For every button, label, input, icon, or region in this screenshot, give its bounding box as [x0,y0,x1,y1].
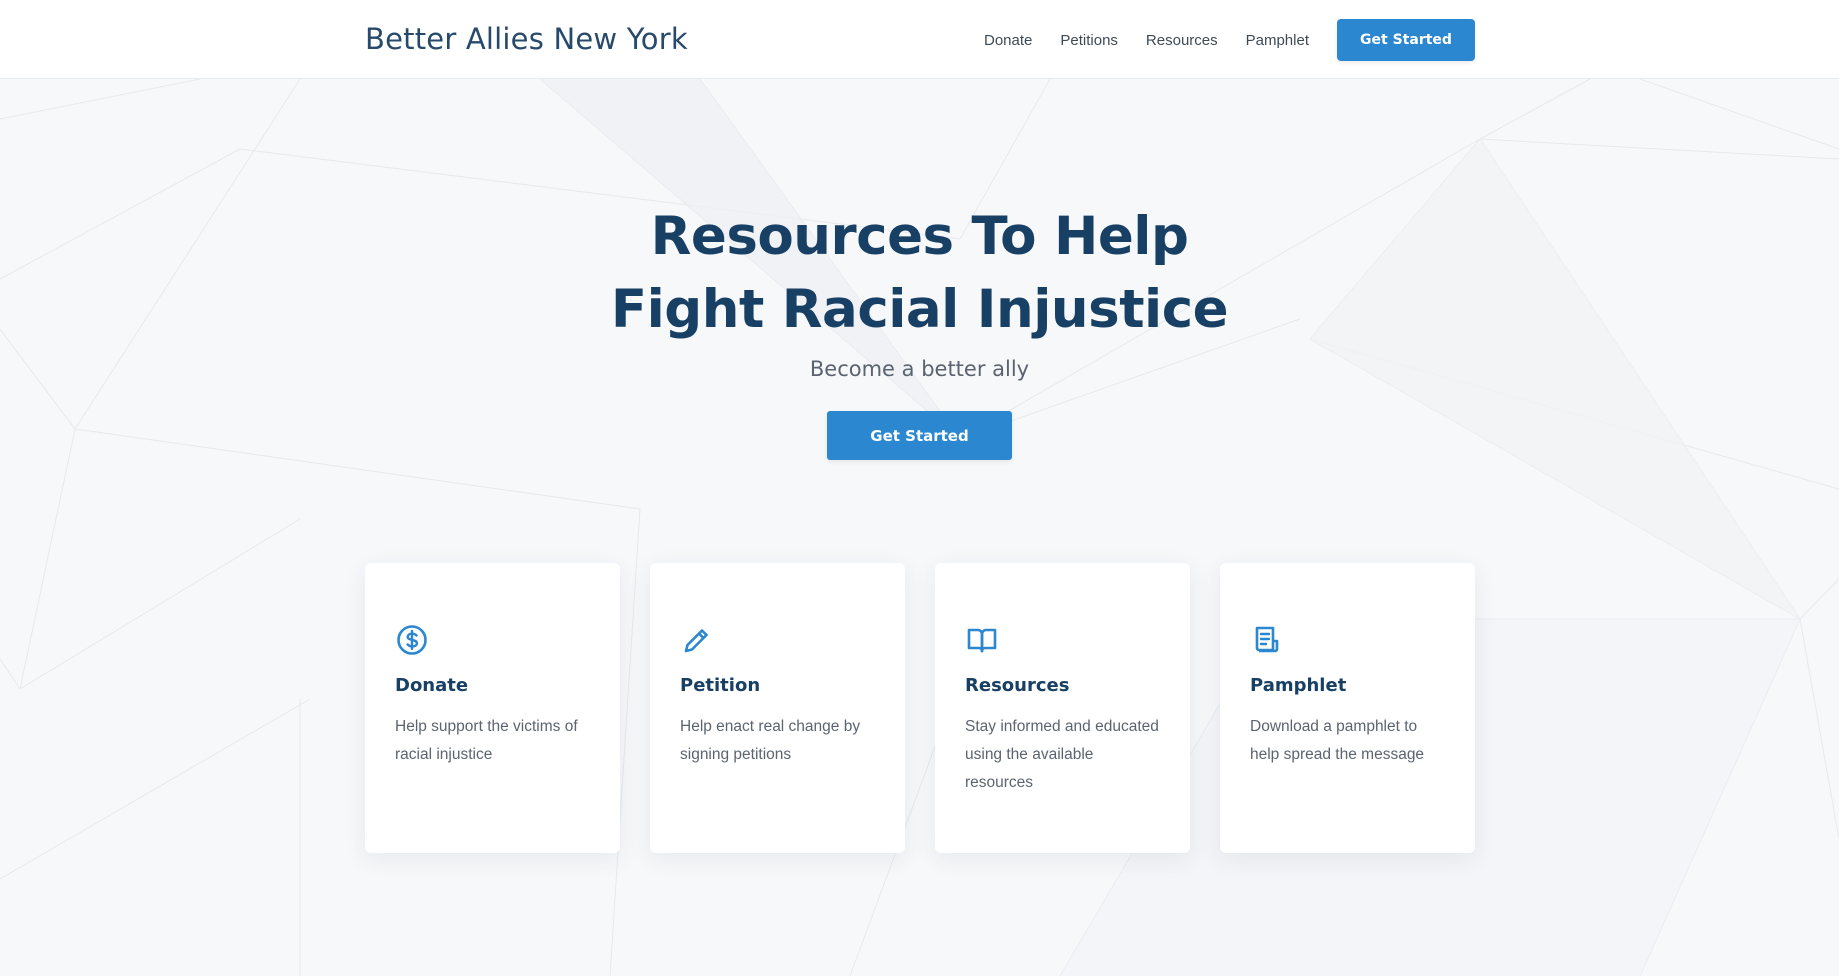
nav-link-petitions[interactable]: Petitions [1060,32,1118,49]
card-text: Stay informed and educated using the ava… [965,718,1159,791]
card-text: Help enact real change by signing petiti… [680,718,861,763]
card-title: Resources [965,675,1070,696]
main-nav: Donate Petitions Resources Pamphlet Get … [984,19,1475,61]
nav-link-resources[interactable]: Resources [1146,32,1218,49]
card-text: Download a pamphlet to help spread the m… [1250,718,1425,763]
hero-title-line-2: Fight Racial Injustice [610,279,1229,340]
card-text: Help support the victims of racial injus… [395,718,578,763]
hero-title-line-1: Resources To Help [650,206,1189,267]
card-resources[interactable]: Resources Stay informed and educated usi… [935,563,1190,853]
pencil-icon [684,629,708,653]
card-donate[interactable]: Donate Help support the victims of racia… [365,563,620,853]
nav-link-donate[interactable]: Donate [984,32,1032,49]
page: Better Allies New York Donate Petitions … [0,0,1839,976]
feature-cards: Donate Help support the victims of racia… [365,563,1475,853]
card-title: Pamphlet [1250,675,1347,696]
site-header: Better Allies New York Donate Petitions … [0,0,1839,79]
card-petition[interactable]: Petition Help enact real change by signi… [650,563,905,853]
header-get-started-button[interactable]: Get Started [1337,19,1475,61]
dollar-circle-icon [397,625,427,655]
hero-subtitle: Become a better ally [809,357,1030,381]
document-icon [1255,626,1279,653]
hero-section: Resources To Help Fight Racial Injustice… [0,200,1839,460]
open-book-icon [967,628,997,653]
card-title: Petition [680,675,761,696]
nav-link-pamphlet[interactable]: Pamphlet [1246,32,1309,49]
card-pamphlet[interactable]: Pamphlet Download a pamphlet to help spr… [1220,563,1475,853]
hero-title: Resources To Help Fight Racial Injustice [470,200,1370,346]
hero-get-started-button[interactable]: Get Started [827,411,1012,460]
site-logo-text[interactable]: Better Allies New York [365,20,688,58]
card-title: Donate [395,675,469,696]
